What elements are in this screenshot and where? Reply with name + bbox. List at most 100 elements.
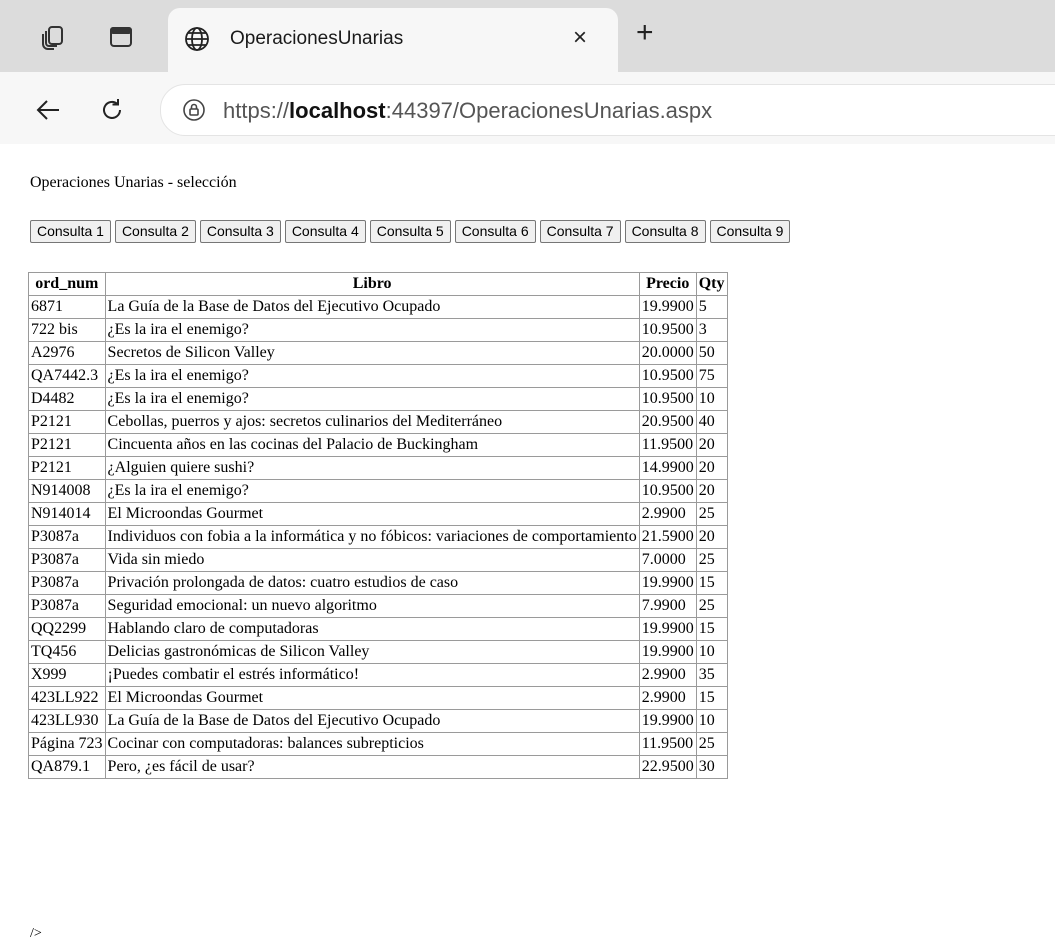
cell-qty: 10 <box>695 640 728 664</box>
cell-ord-num: 6871 <box>28 295 106 319</box>
cell-qty: 25 <box>695 594 728 618</box>
cell-qty: 75 <box>695 364 728 388</box>
cell-qty: 30 <box>695 755 728 779</box>
cell-ord-num: A2976 <box>28 341 106 365</box>
stray-markup-text: /> <box>30 926 42 941</box>
browser-title-bar: OperacionesUnarias × + <box>0 0 1055 72</box>
plus-icon[interactable]: + <box>636 18 654 48</box>
cell-libro: Seguridad emocional: un nuevo algoritmo <box>104 594 640 618</box>
cell-precio: 10.9500 <box>638 364 697 388</box>
consulta-6-button[interactable]: Consulta 6 <box>454 220 536 243</box>
cell-ord-num: QA7442.3 <box>28 364 106 388</box>
results-table: ord_num Libro Precio Qty 6871 La Guía de … <box>28 272 728 779</box>
cell-libro: Cebollas, puerros y ajos: secretos culin… <box>104 410 640 434</box>
table-row: P2121 ¿Alguien quiere sushi? 14.9900 20 <box>28 456 728 480</box>
table-row: P2121 Cincuenta años en las cocinas del P… <box>28 433 728 457</box>
cell-ord-num: P3087a <box>28 548 106 572</box>
table-row: QA879.1 Pero, ¿es fácil de usar? 22.9500 30 <box>28 755 728 779</box>
cell-libro: Delicias gastronómicas de Silicon Valley <box>104 640 640 664</box>
cell-precio: 20.9500 <box>638 410 697 434</box>
cell-ord-num: D4482 <box>28 387 106 411</box>
cell-precio: 11.9500 <box>638 732 697 756</box>
refresh-icon[interactable] <box>96 94 128 126</box>
table-row: TQ456 Delicias gastronómicas de Silicon V… <box>28 640 728 664</box>
cell-qty: 10 <box>695 709 728 733</box>
cell-ord-num: QQ2299 <box>28 617 106 641</box>
cell-qty: 5 <box>695 295 728 319</box>
table-row: Página 723 Cocinar con computadoras: bala… <box>28 732 728 756</box>
cell-qty: 20 <box>695 479 728 503</box>
table-row: P3087a Privación prolongada de datos: cua… <box>28 571 728 595</box>
lock-icon[interactable] <box>183 99 205 125</box>
table-row: QA7442.3 ¿Es la ira el enemigo? 10.9500 75 <box>28 364 728 388</box>
table-row: D4482 ¿Es la ira el enemigo? 10.9500 10 <box>28 387 728 411</box>
cell-ord-num: 423LL930 <box>28 709 106 733</box>
cell-libro: Secretos de Silicon Valley <box>104 341 640 365</box>
page-content: Operaciones Unarias - selección Consulta… <box>0 144 1055 942</box>
cell-ord-num: P3087a <box>28 571 106 595</box>
url-text: https://localhost:44397/OperacionesUnari… <box>223 98 712 124</box>
cell-precio: 10.9500 <box>638 387 697 411</box>
back-arrow-icon[interactable] <box>32 94 64 126</box>
consulta-4-button[interactable]: Consulta 4 <box>284 220 366 243</box>
consulta-3-button[interactable]: Consulta 3 <box>199 220 281 243</box>
cell-precio: 21.5900 <box>638 525 697 549</box>
consulta-8-button[interactable]: Consulta 8 <box>624 220 706 243</box>
cell-ord-num: P3087a <box>28 594 106 618</box>
cell-qty: 15 <box>695 571 728 595</box>
consulta-9-button[interactable]: Consulta 9 <box>709 220 791 243</box>
browser-toolbar: https://localhost:44397/OperacionesUnari… <box>0 72 1055 144</box>
cell-libro: El Microondas Gourmet <box>104 686 640 710</box>
globe-icon <box>184 26 210 56</box>
header-qty: Qty <box>695 272 728 296</box>
table-row: X999 ¡Puedes combatir el estrés informáti… <box>28 663 728 687</box>
cell-qty: 10 <box>695 387 728 411</box>
cell-precio: 19.9900 <box>638 617 697 641</box>
cell-precio: 7.0000 <box>638 548 697 572</box>
table-row: 6871 La Guía de la Base de Datos del Ejec… <box>28 295 728 319</box>
tab-title: OperacionesUnarias <box>230 28 404 49</box>
cell-qty: 25 <box>695 732 728 756</box>
cell-qty: 3 <box>695 318 728 342</box>
tab-actions-icon[interactable] <box>106 22 136 52</box>
address-bar[interactable]: https://localhost:44397/OperacionesUnari… <box>160 84 1055 136</box>
cell-libro: ¿Alguien quiere sushi? <box>104 456 640 480</box>
active-tab[interactable]: OperacionesUnarias × <box>168 8 618 72</box>
url-path: :44397/OperacionesUnarias.aspx <box>385 98 713 123</box>
cell-qty: 15 <box>695 617 728 641</box>
table-row: QQ2299 Hablando claro de computadoras 19.9… <box>28 617 728 641</box>
table-row: 722 bis ¿Es la ira el enemigo? 10.9500 3 <box>28 318 728 342</box>
cell-qty: 25 <box>695 502 728 526</box>
consulta-5-button[interactable]: Consulta 5 <box>369 220 451 243</box>
cell-precio: 19.9900 <box>638 571 697 595</box>
header-libro: Libro <box>104 272 640 296</box>
cell-libro: ¿Es la ira el enemigo? <box>104 318 640 342</box>
cell-libro: Cincuenta años en las cocinas del Palaci… <box>104 433 640 457</box>
close-icon[interactable]: × <box>573 26 587 50</box>
header-ord-num: ord_num <box>28 272 106 296</box>
cell-ord-num: QA879.1 <box>28 755 106 779</box>
cell-qty: 35 <box>695 663 728 687</box>
url-host: localhost <box>289 98 386 123</box>
query-button-row: Consulta 1 Consulta 2 Consulta 3 Consulta 4… <box>30 220 794 243</box>
table-row: N914014 El Microondas Gourmet 2.9900 25 <box>28 502 728 526</box>
cell-libro: ¿Es la ira el enemigo? <box>104 479 640 503</box>
table-header-row: ord_num Libro Precio Qty <box>28 272 728 296</box>
cell-libro: Individuos con fobia a la informática y … <box>104 525 640 549</box>
workspaces-icon[interactable] <box>38 22 68 52</box>
consulta-7-button[interactable]: Consulta 7 <box>539 220 621 243</box>
cell-precio: 19.9900 <box>638 640 697 664</box>
cell-libro: Hablando claro de computadoras <box>104 617 640 641</box>
cell-libro: Pero, ¿es fácil de usar? <box>104 755 640 779</box>
cell-ord-num: Página 723 <box>28 732 106 756</box>
cell-libro: La Guía de la Base de Datos del Ejecutiv… <box>104 295 640 319</box>
url-scheme: https:// <box>223 98 290 123</box>
cell-qty: 40 <box>695 410 728 434</box>
cell-libro: La Guía de la Base de Datos del Ejecutiv… <box>104 709 640 733</box>
cell-ord-num: 423LL922 <box>28 686 106 710</box>
cell-precio: 14.9900 <box>638 456 697 480</box>
cell-ord-num: P3087a <box>28 525 106 549</box>
consulta-2-button[interactable]: Consulta 2 <box>114 220 196 243</box>
cell-precio: 10.9500 <box>638 318 697 342</box>
consulta-1-button[interactable]: Consulta 1 <box>30 220 111 243</box>
